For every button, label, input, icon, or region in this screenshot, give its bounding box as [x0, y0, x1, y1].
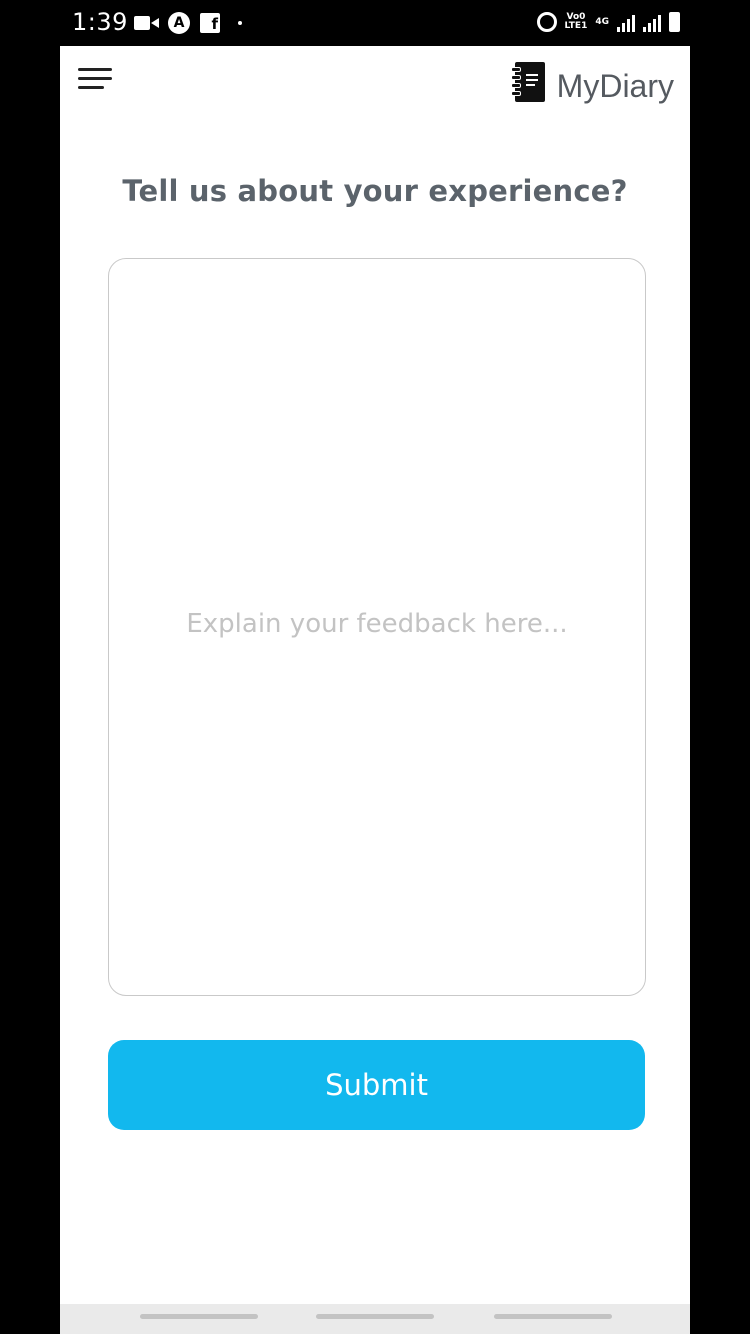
signal-icon-2 — [643, 12, 661, 32]
feedback-textarea[interactable] — [109, 259, 645, 995]
system-nav-bar — [60, 1304, 690, 1334]
notebook-icon — [510, 61, 545, 102]
app-brand: MyDiary — [510, 58, 674, 105]
status-system-icons: Vo0 LTE1 4G — [536, 12, 680, 32]
alarm-icon — [536, 12, 557, 32]
nav-recents-button[interactable] — [494, 1314, 612, 1319]
hamburger-menu-icon[interactable] — [78, 68, 114, 94]
nav-home-button[interactable] — [316, 1314, 434, 1319]
feedback-box — [108, 258, 646, 996]
device-frame: 1:39 A f Vo0 LTE1 4G MyDiary Tell us abo… — [0, 0, 750, 1334]
more-notifications-dot-icon — [238, 21, 242, 25]
page-title: Tell us about your experience? — [122, 174, 628, 208]
app-screen: MyDiary Tell us about your experience? S… — [60, 46, 690, 1334]
a-circle-icon: A — [168, 12, 190, 34]
facebook-icon: f — [200, 13, 220, 33]
signal-icon — [617, 12, 635, 32]
brand-name: MyDiary — [556, 68, 674, 104]
battery-icon — [669, 12, 680, 32]
submit-button[interactable]: Submit — [108, 1040, 645, 1130]
network-label: Vo0 LTE1 — [565, 13, 588, 31]
network-label-bottom: LTE1 — [564, 21, 588, 31]
network-type: 4G — [595, 16, 609, 27]
status-time: 1:39 — [72, 8, 128, 36]
status-bar: 1:39 A f Vo0 LTE1 4G — [60, 0, 690, 46]
video-icon — [134, 16, 150, 30]
status-notification-icons: A f — [134, 12, 242, 34]
nav-back-button[interactable] — [140, 1314, 258, 1319]
